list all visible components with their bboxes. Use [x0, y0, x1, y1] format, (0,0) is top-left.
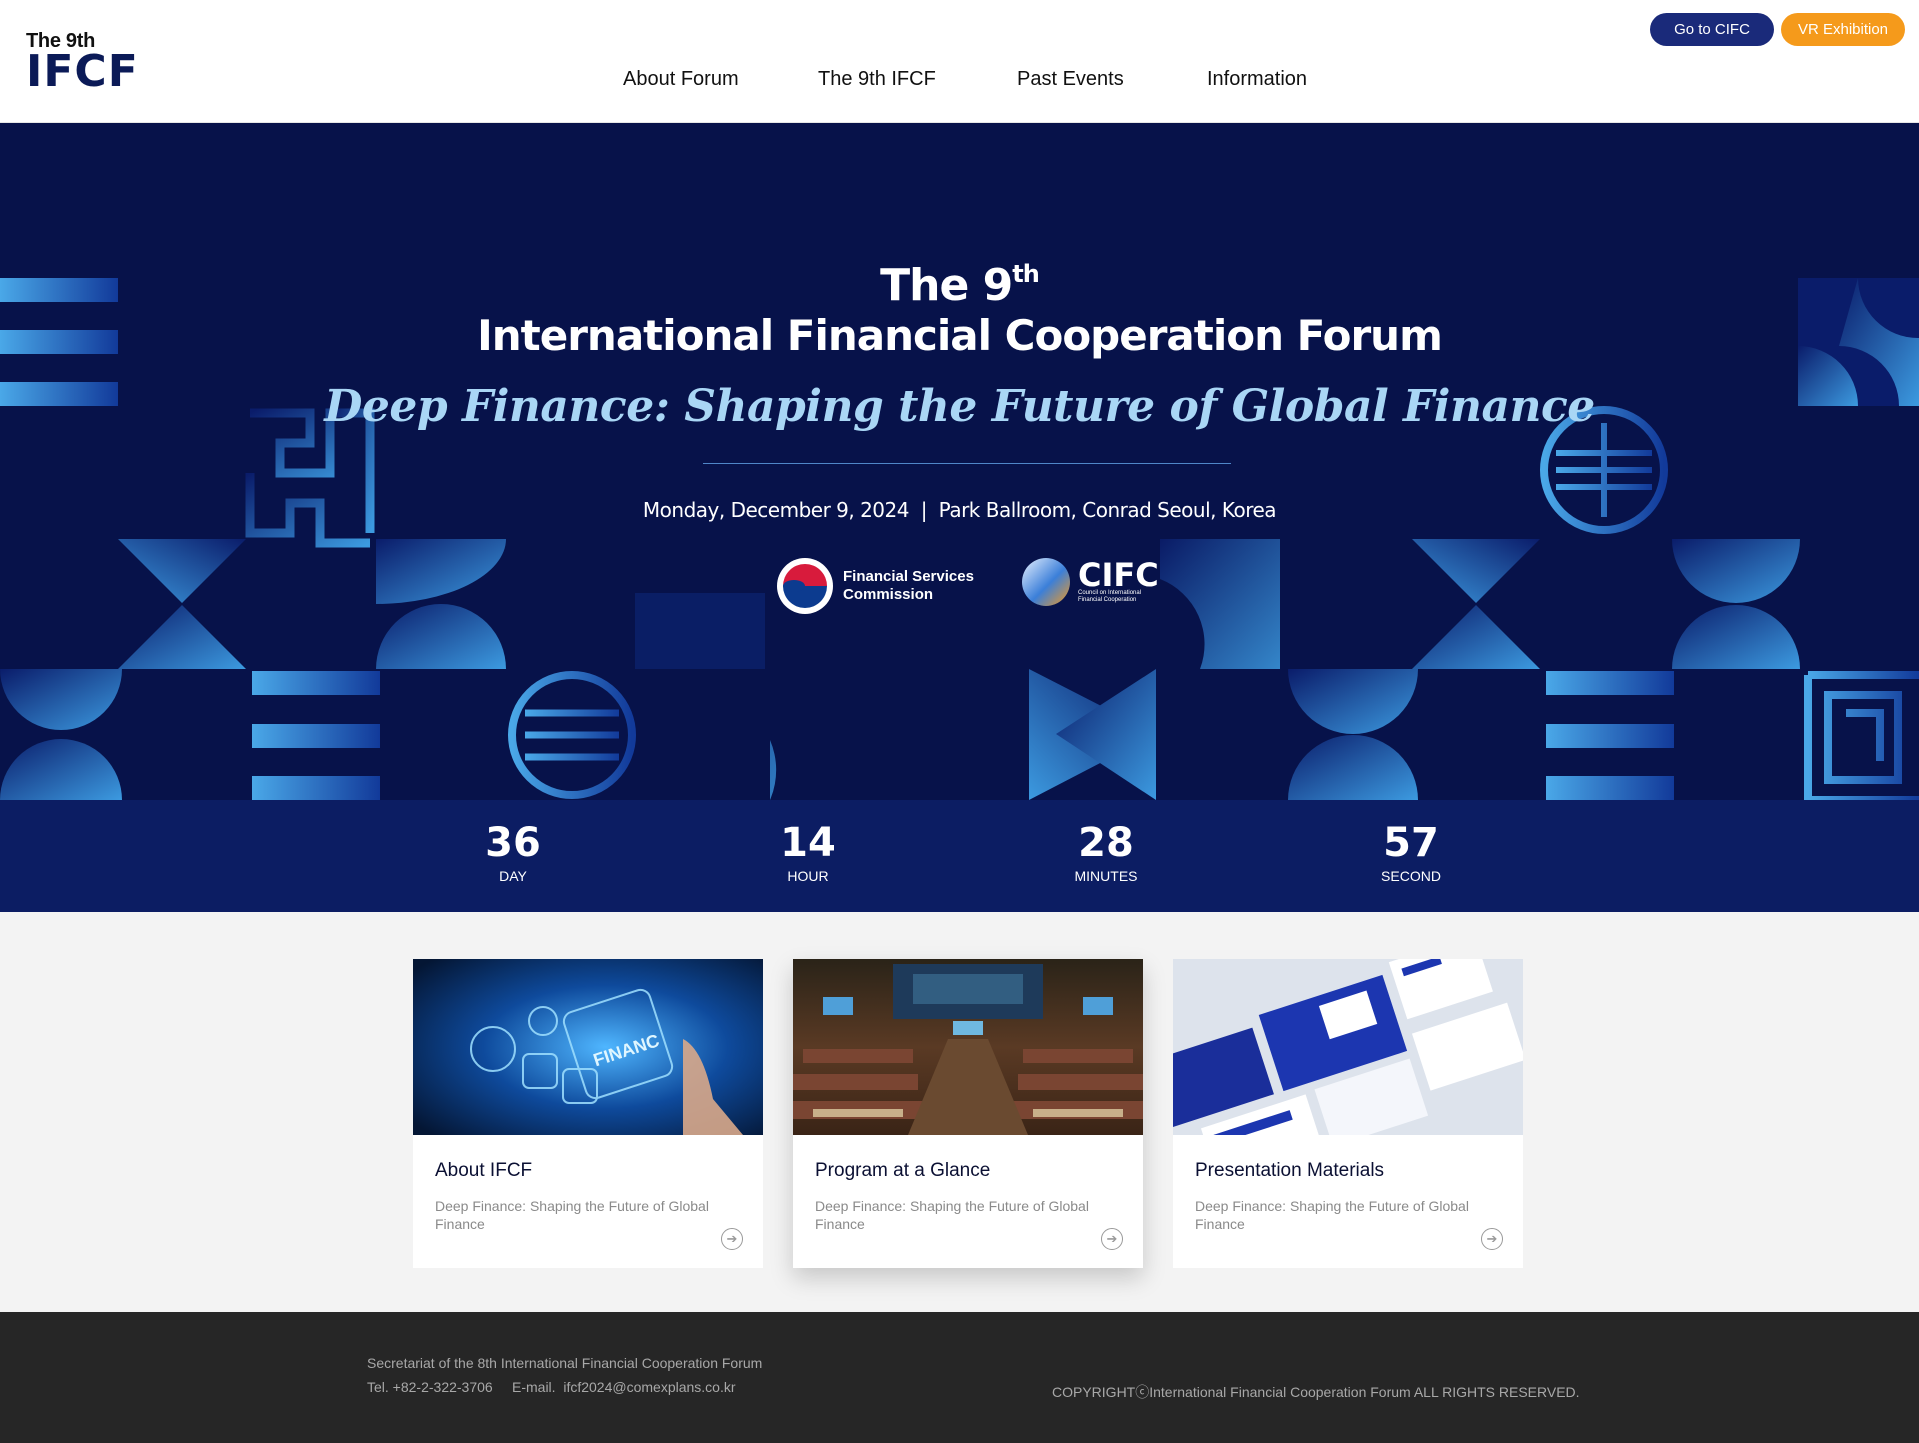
arrow-right-circle-icon[interactable]: ➔	[1481, 1228, 1503, 1250]
nav-information[interactable]: Information	[1207, 68, 1307, 91]
fsc-emblem-icon	[777, 558, 833, 614]
countdown-hour: 14 HOUR	[738, 822, 878, 884]
hero-title-sup: th	[1012, 260, 1040, 288]
card-description: Deep Finance: Shaping the Future of Glob…	[815, 1198, 1089, 1232]
countdown-minutes-label: MINUTES	[1074, 868, 1138, 884]
countdown-second-value: 57	[1383, 820, 1439, 866]
hero-divider	[703, 463, 1231, 464]
cifc-name-block: CIFC Council on International Financial …	[1078, 556, 1159, 604]
card-description: Deep Finance: Shaping the Future of Glob…	[435, 1198, 709, 1232]
countdown-bar: 36 DAY 14 HOUR 28 MINUTES 57 SECOND	[0, 800, 1919, 912]
card-presentation-materials[interactable]: Presentation Materials Deep Finance: Sha…	[1173, 959, 1523, 1268]
vr-exhibition-button[interactable]: VR Exhibition	[1781, 13, 1905, 46]
countdown-day: 36 DAY	[443, 822, 583, 884]
card-program-at-a-glance[interactable]: Program at a Glance Deep Finance: Shapin…	[793, 959, 1143, 1268]
hero-pattern-decoration	[0, 278, 1919, 800]
card-description: Deep Finance: Shaping the Future of Glob…	[1195, 1198, 1469, 1232]
countdown-hour-label: HOUR	[787, 868, 829, 884]
cifc-sub2: Financial Cooperation	[1078, 597, 1137, 603]
slides-mockup-image	[1173, 959, 1523, 1135]
countdown-hour-value: 14	[780, 820, 836, 866]
footer-telephone: Tel. +82-2-322-3706	[367, 1379, 493, 1395]
countdown-minutes: 28 MINUTES	[1036, 822, 1176, 884]
fsc-name-line2: Commission	[843, 586, 934, 603]
hero-subtitle: Deep Finance: Shaping the Future of Glob…	[324, 381, 1595, 432]
card-title: About IFCF	[435, 1160, 533, 1181]
countdown-day-label: DAY	[499, 868, 527, 884]
card-title: Presentation Materials	[1195, 1160, 1385, 1181]
hero-date-venue: Monday, December 9, 2024 | Park Ballroom…	[642, 498, 1277, 522]
cifc-emblem-icon	[1022, 558, 1070, 606]
nav-about-forum[interactable]: About Forum	[623, 68, 739, 91]
countdown-minutes-value: 28	[1078, 820, 1134, 866]
footer-secretariat: Secretariat of the 8th International Fin…	[367, 1355, 763, 1371]
countdown-day-value: 36	[485, 820, 541, 866]
nav-past-events[interactable]: Past Events	[1017, 68, 1124, 91]
nav-9th-ifcf[interactable]: The 9th IFCF	[818, 68, 936, 91]
go-to-cifc-button[interactable]: Go to CIFC	[1650, 13, 1774, 46]
arrow-right-circle-icon[interactable]: ➔	[721, 1228, 743, 1250]
card-about-ifcf[interactable]: FINANC About IFCF Deep Finance: Shaping …	[413, 959, 763, 1268]
hero-title-prefix: The 9	[880, 260, 1013, 311]
arrow-right-circle-icon[interactable]: ➔	[1101, 1228, 1123, 1250]
hero-title-line1: The 9th	[0, 260, 1919, 311]
footer-email[interactable]: E-mail. ifcf2024@comexplans.co.kr	[512, 1379, 736, 1395]
card-title: Program at a Glance	[815, 1160, 991, 1181]
cifc-name: CIFC	[1078, 556, 1159, 594]
cifc-logo[interactable]: CIFC Council on International Financial …	[1022, 558, 1159, 606]
countdown-second: 57 SECOND	[1341, 822, 1481, 884]
fsc-name: Financial Services Commission	[843, 568, 974, 604]
fsc-name-line1: Financial Services	[843, 568, 974, 585]
countdown-second-label: SECOND	[1381, 868, 1441, 884]
footer-copyright: COPYRIGHTⓒInternational Financial Cooper…	[1052, 1384, 1580, 1400]
finance-tech-image: FINANC	[413, 959, 763, 1135]
site-footer: Secretariat of the 8th International Fin…	[0, 1312, 1919, 1443]
fsc-logo[interactable]: Financial Services Commission	[777, 558, 974, 614]
main-nav: About Forum The 9th IFCF Past Events Inf…	[0, 68, 1919, 94]
site-header: The 9th IFCF About Forum The 9th IFCF Pa…	[0, 0, 1919, 123]
hero-title-line2: International Financial Cooperation Foru…	[477, 311, 1443, 360]
conference-hall-image	[793, 959, 1143, 1135]
hero-banner: The 9th International Financial Cooperat…	[0, 123, 1919, 800]
